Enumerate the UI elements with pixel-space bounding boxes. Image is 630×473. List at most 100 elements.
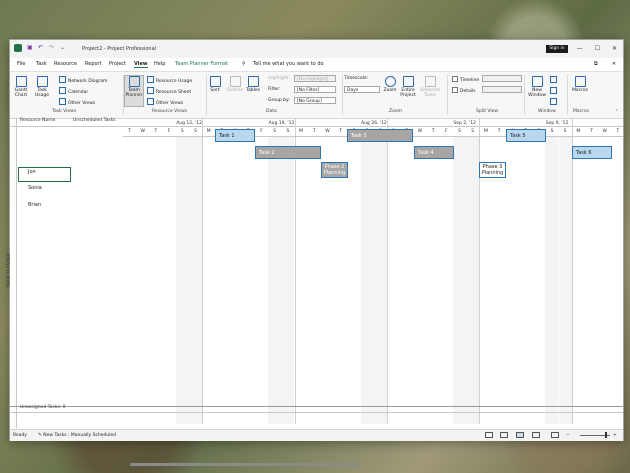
task-bar[interactable]: Task 6 [572,146,612,159]
pin-icon: ✎ [38,433,42,438]
resource-usage-button[interactable]: Resource Usage [147,76,192,84]
week-divider [202,118,204,424]
tab-help[interactable]: Help [154,61,165,67]
weekend-column [453,136,466,424]
task-bar[interactable]: Task 1 [215,129,255,142]
weekend-column [466,136,480,424]
task-other-views-button[interactable]: Other Views [59,98,95,106]
network-diagram-icon [59,76,66,83]
maximize-button[interactable]: ☐ [595,45,600,52]
gantt-chart-icon [15,76,27,87]
report-view-icon[interactable] [551,432,559,438]
phase-bar[interactable]: Phase 3 Planning [479,162,506,178]
task-bar[interactable]: Task 3 [347,129,413,142]
ribbon-close-icon[interactable]: ✕ [612,61,616,67]
hide-window-button[interactable] [550,98,559,106]
gantt-chart-button[interactable]: Gantt Chart [13,76,29,98]
details-dropdown[interactable] [482,86,522,93]
calendar-button[interactable]: Calendar [59,87,88,95]
new-window-button[interactable]: New Window [527,76,547,98]
highlight-dropdown[interactable]: [No Highlight] [294,75,336,82]
project-app-icon [14,44,22,52]
group-by-dropdown[interactable]: [No Group] [294,97,336,104]
restore-ribbon-icon[interactable]: ⧉ [594,61,598,67]
tables-button[interactable]: Tables [246,76,260,93]
task-bar[interactable]: Task 4 [414,146,454,159]
day-label: F [445,129,448,134]
phase-bar[interactable]: Phase 2 Planning [321,162,348,178]
other-views-icon [59,98,66,105]
zoom-in-icon[interactable]: + [613,433,617,438]
team-planner-view-icon[interactable] [516,432,524,438]
unassigned-tasks-label: Unassigned Tasks: 0 [20,405,66,410]
task-usage-view-icon[interactable] [500,432,508,438]
resource-jon[interactable]: Jon [28,169,36,175]
timeline-checkbox[interactable]: Timeline [452,76,479,83]
zoom-slider-thumb[interactable] [605,432,607,438]
tab-task[interactable]: Task [36,61,47,67]
macros-button[interactable]: Macros [571,76,589,93]
redo-icon[interactable]: ↷ [49,45,55,51]
tab-file[interactable]: File [17,61,25,67]
hide-icon [550,98,557,105]
ribbon-separator [447,75,448,115]
collapse-ribbon-icon[interactable]: ⌃ [615,109,619,115]
unscheduled-tasks-header[interactable]: Unscheduled Tasks [73,118,116,123]
tab-project[interactable]: Project [109,61,126,67]
resource-sheet-button[interactable]: Resource Sheet [147,87,191,95]
resource-name-header[interactable]: Resource Name [20,118,55,123]
task-bar[interactable]: Task 5 [506,129,546,142]
tell-me-search[interactable]: Tell me what you want to do [253,61,324,67]
resource-sheet-icon [147,87,154,94]
timescale-grid[interactable]: TWTFSSMTWTFSSMTWTFSSMTWTFSSMTWTFSSMTWTAu… [123,118,623,428]
undo-icon[interactable]: ↶ [38,45,44,51]
new-tasks-mode[interactable]: ✎ New Tasks : Manually Scheduled [38,433,116,438]
gantt-view-icon[interactable] [485,432,493,438]
horizontal-scrollbar[interactable] [130,463,360,466]
zoom-out-icon[interactable]: − [566,433,570,438]
day-label: T [154,129,158,134]
sign-in-button[interactable]: Sign in [546,45,568,53]
tab-view[interactable]: View [134,61,148,68]
project-window: ▣ ↶ ↷ ⌄ Project2 - Project Professional … [7,39,624,466]
team-planner-view: TEAM PLANNER Resource Name Unscheduled T… [7,118,623,466]
resource-other-views-button[interactable]: Other Views [147,98,183,106]
ribbon-tabs: File Task Resource Report Project View H… [10,60,623,70]
close-button[interactable]: ✕ [612,45,617,52]
selected-resource-cell[interactable] [18,167,71,182]
team-planner-button[interactable]: Team Planner [124,75,144,107]
arrange-all-button[interactable] [550,87,559,95]
task-usage-button[interactable]: Task Usage [34,76,50,98]
task-bar[interactable]: Task 2 [255,146,321,159]
minimize-button[interactable]: — [577,45,583,52]
timeline-dropdown[interactable] [482,75,522,82]
weekend-column [373,136,387,424]
day-label: F [260,129,263,134]
day-label: S [550,129,554,134]
outline-button[interactable]: Outline [227,76,243,93]
day-label: T [497,129,501,134]
view-bar-label: TEAM PLANNER [7,252,13,289]
tab-resource[interactable]: Resource [54,61,77,67]
zoom-button[interactable]: Zoom [383,76,397,93]
tab-team-planner-format[interactable]: Team Planner Format [175,61,228,67]
selected-tasks-button[interactable]: Selected Tasks [420,76,440,98]
title-bar: ▣ ↶ ↷ ⌄ Project2 - Project Professional … [10,40,623,58]
details-checkbox[interactable]: Details [452,87,476,94]
switch-windows-button[interactable] [550,76,559,84]
resource-sheet-view-icon[interactable] [532,432,540,438]
network-diagram-button[interactable]: Network Diagram [59,76,108,84]
filter-dropdown[interactable]: [No Filter] [294,86,336,93]
resource-brian[interactable]: Brian [28,202,41,208]
customize-qat-icon[interactable]: ⌄ [60,45,66,51]
save-icon[interactable]: ▣ [27,45,33,51]
sort-button[interactable]: Sort [208,76,222,93]
day-label: M [299,129,304,134]
timescale-dropdown[interactable]: Days [344,86,380,93]
ribbon-separator [567,75,568,115]
group-by-label: Group by: [268,98,290,103]
tab-report[interactable]: Report [85,61,102,67]
resource-sonia[interactable]: Sonia [28,185,42,191]
entire-project-button[interactable]: Entire Project [400,76,416,98]
macros-group-label: Macros [573,109,589,114]
